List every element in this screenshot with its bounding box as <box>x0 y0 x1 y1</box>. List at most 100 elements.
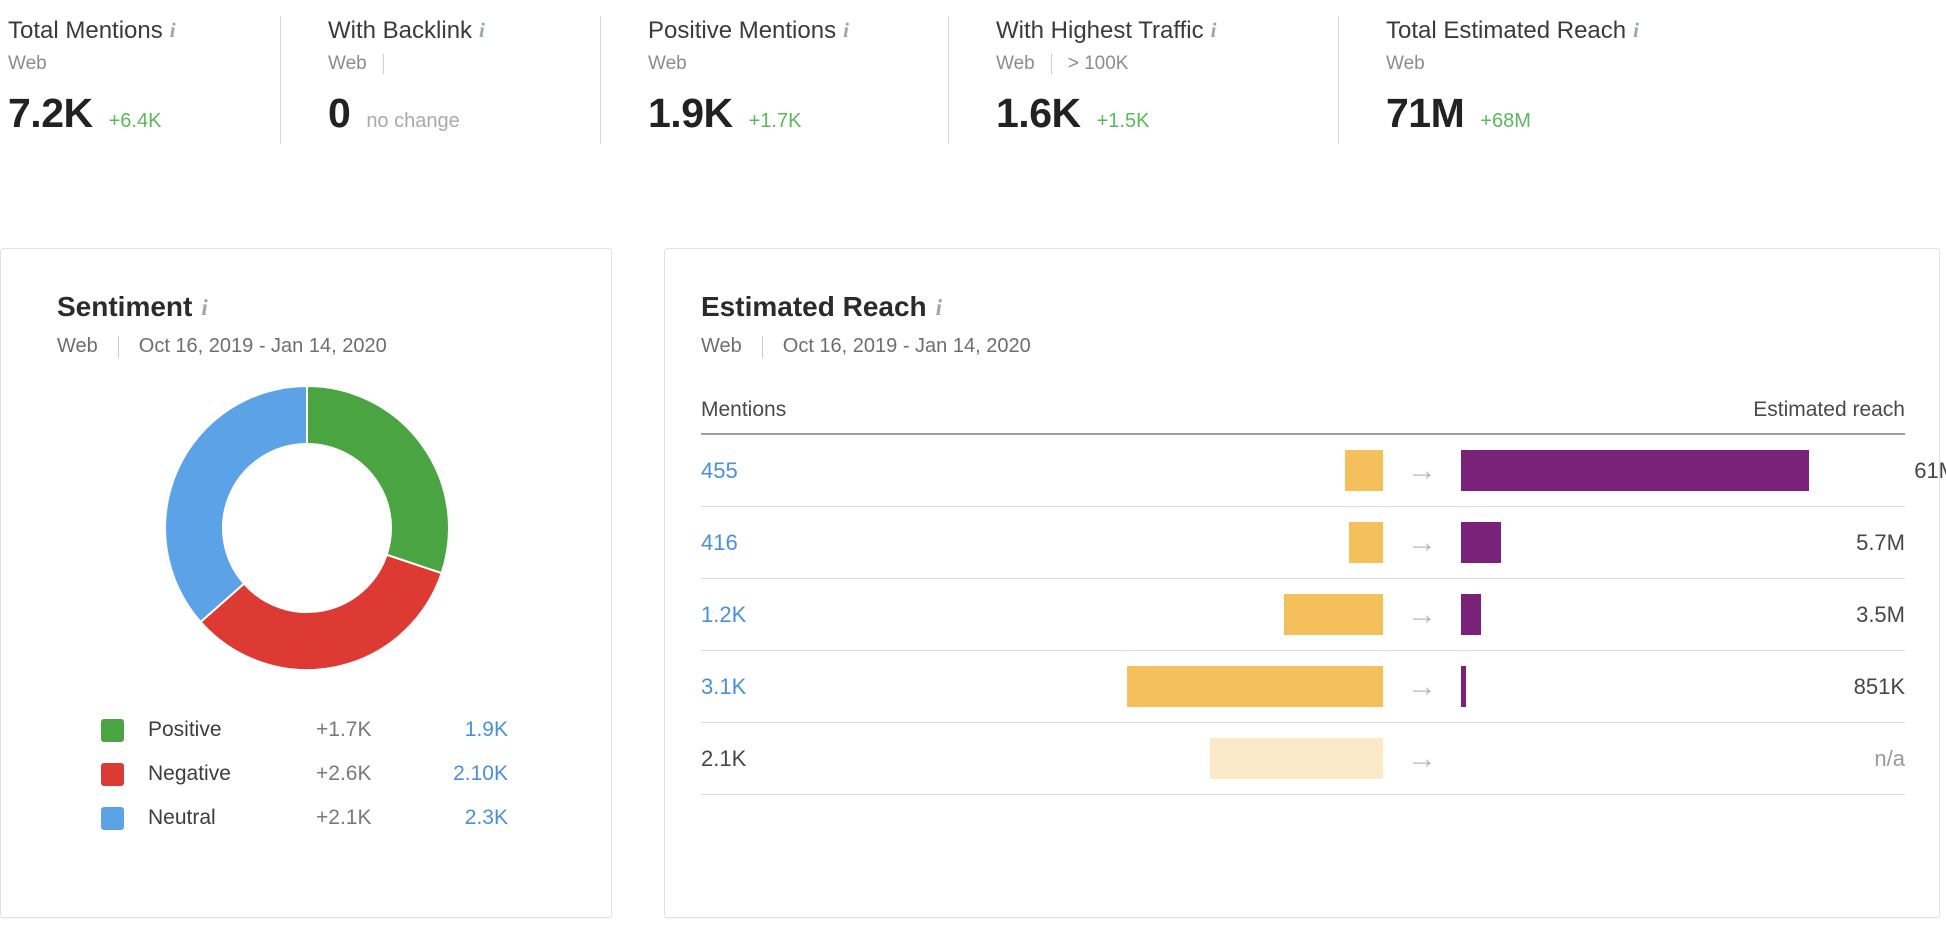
reach-bar[interactable] <box>1461 594 1481 635</box>
kpi-value-row: 7.2K +6.4K <box>8 91 280 135</box>
cell-reach-value: 3.5M <box>1856 601 1905 627</box>
mentions-bar[interactable] <box>1209 738 1383 779</box>
kpi-source: Web <box>8 53 47 74</box>
kpi-title: Positive Mentions i <box>648 16 948 45</box>
kpi-title: Total Mentions i <box>8 16 280 45</box>
legend-value[interactable]: 2.3K <box>424 806 508 830</box>
kpi-delta: +68M <box>1480 110 1531 132</box>
kpi-value: 7.2K <box>8 90 93 136</box>
kpi-card-with-backlink: With Backlink i Web 0 no change <box>280 10 600 144</box>
kpi-filter: > 100K <box>1067 53 1129 74</box>
info-icon[interactable]: i <box>479 16 485 44</box>
reach-bar[interactable] <box>1461 666 1466 707</box>
reach-bar[interactable] <box>1461 522 1502 563</box>
sentiment-donut-chart[interactable] <box>161 382 453 674</box>
legend-item-negative[interactable]: Negative +2.6K 2.10K <box>101 752 611 796</box>
reach-title-label: Estimated Reach <box>701 291 927 322</box>
kpi-value: 0 <box>328 90 351 136</box>
kpi-title-label: With Highest Traffic <box>996 17 1204 44</box>
kpi-value-row: 1.6K +1.5K <box>996 91 1338 135</box>
sentiment-card-meta: Web Oct 16, 2019 - Jan 14, 2020 <box>57 335 611 358</box>
cell-mentions-bar <box>1093 522 1383 563</box>
legend-swatch-positive <box>101 718 124 742</box>
arrow-right-icon: → <box>1407 597 1437 631</box>
table-row: 2.1K → n/a <box>701 723 1905 795</box>
table-row: 1.2K → 3.5M <box>701 579 1905 651</box>
cell-mentions-value[interactable]: 3.1K <box>701 674 1093 700</box>
cell-reach-bar <box>1461 450 1809 491</box>
kpi-source: Web <box>328 53 367 74</box>
meta-separator <box>117 335 119 358</box>
kpi-title-label: Total Estimated Reach <box>1386 17 1627 44</box>
donut-segment-negative[interactable] <box>199 553 443 671</box>
kpi-value: 1.9K <box>648 90 733 136</box>
kpi-subtitle: Web <box>328 52 600 76</box>
cell-mentions-value: 2.1K <box>701 745 747 771</box>
cell-reach-value: 851K <box>1853 673 1905 699</box>
mentions-bar[interactable] <box>1345 450 1383 491</box>
legend-swatch-neutral <box>101 806 124 830</box>
sentiment-source: Web <box>57 335 98 357</box>
cell-mentions-bar <box>1093 594 1383 635</box>
mentions-bar[interactable] <box>1283 594 1383 635</box>
legend-value[interactable]: 2.10K <box>424 762 508 786</box>
cell-reach-bar <box>1461 522 1757 563</box>
kpi-source: Web <box>1386 53 1425 74</box>
cell-reach-bar <box>1461 594 1757 635</box>
kpi-divider <box>280 16 281 144</box>
info-icon[interactable]: i <box>201 292 207 324</box>
kpi-subtitle: Web > 100K <box>996 52 1338 76</box>
legend-item-neutral[interactable]: Neutral +2.1K 2.3K <box>101 796 611 840</box>
kpi-strip: Total Mentions i Web 7.2K +6.4K With Back… <box>0 0 1946 150</box>
info-icon[interactable]: i <box>170 16 176 44</box>
kpi-card-with-highest-traffic: With Highest Traffic i Web > 100K 1.6K +1… <box>948 10 1338 144</box>
info-icon[interactable]: i <box>1211 16 1217 44</box>
kpi-value: 71M <box>1386 90 1465 136</box>
arrow-right-icon: → <box>1407 525 1437 559</box>
meta-separator <box>761 335 763 358</box>
sentiment-title-label: Sentiment <box>57 291 193 322</box>
reach-table-header: Mentions Estimated reach <box>701 398 1939 422</box>
legend-delta: +1.7K <box>316 718 372 741</box>
legend-delta: +2.1K <box>316 806 372 829</box>
kpi-delta: no change <box>366 110 460 132</box>
donut-segment-positive[interactable] <box>306 384 450 575</box>
arrow-right-icon: → <box>1407 453 1437 487</box>
donut-segment-neutral[interactable] <box>164 384 308 624</box>
kpi-subtitle: Web <box>1386 52 1738 76</box>
cell-reach-value: 5.7M <box>1856 529 1905 555</box>
kpi-subtitle: Web <box>8 52 280 76</box>
cell-mentions-bar <box>1093 450 1383 491</box>
reach-source: Web <box>701 335 742 357</box>
reach-card-title: Estimated Reach i <box>701 291 1939 324</box>
kpi-title-label: With Backlink <box>328 17 473 44</box>
arrow-right-icon: → <box>1407 741 1437 775</box>
mentions-bar[interactable] <box>1127 666 1383 707</box>
reach-bar[interactable] <box>1461 450 1809 491</box>
table-row: 455 → 61M <box>701 435 1946 507</box>
kpi-source: Web <box>996 53 1035 74</box>
cell-mentions-value[interactable]: 455 <box>701 458 1093 484</box>
cell-reach-bar <box>1461 666 1757 707</box>
cell-mentions-value[interactable]: 416 <box>701 530 1093 556</box>
kpi-title-label: Positive Mentions <box>648 17 837 44</box>
cell-mentions-value[interactable]: 1.2K <box>701 602 1093 628</box>
mentions-bar[interactable] <box>1348 522 1383 563</box>
legend-delta: +2.6K <box>316 762 372 785</box>
info-icon[interactable]: i <box>936 292 942 324</box>
reach-table-body: 455 → 61M 416 → 5.7M 1.2K → 3.5M 3.1K → 851K 2.1K → n/… <box>701 435 1946 795</box>
kpi-divider <box>948 16 949 144</box>
cell-mentions-bar <box>1093 666 1383 707</box>
info-icon[interactable]: i <box>1633 16 1639 44</box>
arrow-right-icon: → <box>1407 669 1437 703</box>
kpi-source: Web <box>648 53 687 74</box>
kpi-subtitle: Web <box>648 52 948 76</box>
info-icon[interactable]: i <box>843 16 849 44</box>
kpi-card-total-estimated-reach: Total Estimated Reach i Web 71M +68M <box>1338 10 1738 144</box>
legend-item-positive[interactable]: Positive +1.7K 1.9K <box>101 708 611 752</box>
sentiment-card: Sentiment i Web Oct 16, 2019 - Jan 14, 20… <box>0 248 612 918</box>
kpi-title: Total Estimated Reach i <box>1386 16 1738 45</box>
legend-value[interactable]: 1.9K <box>424 718 508 742</box>
reach-card-meta: Web Oct 16, 2019 - Jan 14, 2020 <box>701 335 1939 358</box>
kpi-value-row: 1.9K +1.7K <box>648 91 948 135</box>
